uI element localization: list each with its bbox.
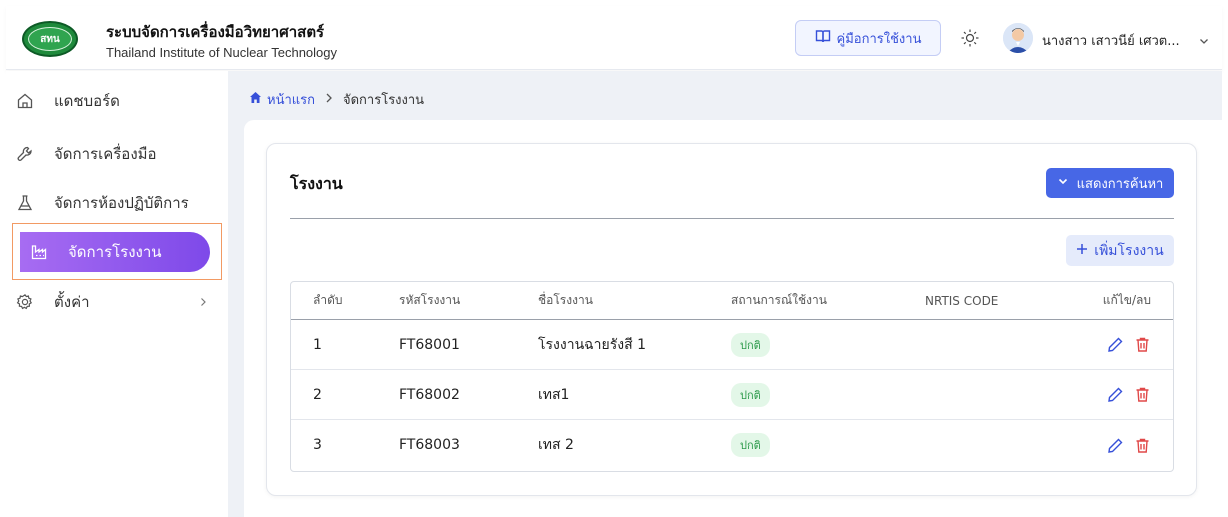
row-no: 1 [313, 336, 322, 353]
row-name: โรงงานฉายรังสี 1 [538, 336, 647, 353]
tint-logo: สทน [22, 21, 78, 57]
row-actions [1107, 420, 1151, 470]
delete-trash-icon[interactable] [1134, 386, 1151, 403]
sidebar-item-label: แดชบอร์ด [54, 92, 120, 110]
table-row: 1 FT68001 โรงงานฉายรังสี 1 ปกติ [291, 320, 1173, 370]
toggle-search-button[interactable]: แสดงการค้นหา [1046, 168, 1174, 198]
row-status-cell: ปกติ [731, 370, 770, 419]
sidebar-item-settings[interactable]: ตั้งค่า [14, 282, 219, 322]
breadcrumb-home-label: หน้าแรก [267, 93, 315, 108]
row-status-cell: ปกติ [731, 420, 770, 470]
add-factory-label: เพิ่มโรงงาน [1094, 242, 1164, 259]
home-icon [14, 90, 36, 112]
flask-icon [14, 192, 36, 214]
sidebar-item-factories[interactable]: จัดการโรงงาน [20, 232, 210, 272]
sun-icon[interactable] [960, 28, 980, 48]
delete-trash-icon[interactable] [1134, 437, 1151, 454]
row-code: FT68003 [399, 437, 460, 453]
edit-pencil-icon[interactable] [1107, 336, 1124, 353]
breadcrumb-home[interactable]: หน้าแรก [249, 89, 315, 110]
divider [290, 218, 1174, 219]
status-badge: ปกติ [731, 382, 770, 407]
row-name: เทส 2 [538, 437, 574, 453]
header-code: รหัสโรงงาน [399, 293, 461, 307]
app-title: ระบบจัดการเครื่องมือวิทยาศาสตร์ [106, 23, 325, 41]
header-nrtis: NRTIS CODE [925, 293, 999, 308]
app-subtitle: Thailand Institute of Nuclear Technology [106, 45, 338, 60]
avatar[interactable] [1003, 23, 1033, 53]
plus-icon [1076, 243, 1088, 259]
sidebar-item-instruments[interactable]: จัดการเครื่องมือ [14, 134, 219, 174]
gear-icon [14, 291, 36, 313]
table-row: 3 FT68003 เทส 2 ปกติ [291, 420, 1173, 470]
sidebar-item-label: ตั้งค่า [54, 293, 90, 311]
row-no: 3 [313, 437, 322, 453]
chevron-right-icon [323, 92, 335, 108]
breadcrumb: หน้าแรก จัดการโรงงาน [249, 89, 424, 110]
table-row: 2 FT68002 เทส1 ปกติ [291, 370, 1173, 420]
user-manual-label: คู่มือการใช้งาน [836, 31, 922, 47]
sidebar-item-label: จัดการเครื่องมือ [54, 145, 157, 163]
user-manual-button[interactable]: คู่มือการใช้งาน [795, 20, 941, 56]
breadcrumb-current: จัดการโรงงาน [343, 93, 425, 108]
row-actions [1107, 320, 1151, 369]
chevron-down-icon [1057, 175, 1069, 191]
table-header: ลำดับ รหัสโรงงาน ชื่อโรงงาน สถานการณ์ใช้… [291, 282, 1173, 320]
app-header: สทน ระบบจัดการเครื่องมือวิทยาศาสตร์ Thai… [6, 6, 1222, 70]
chevron-right-icon [198, 293, 208, 311]
sidebar-item-dashboard[interactable]: แดชบอร์ด [14, 81, 219, 121]
status-badge: ปกติ [731, 433, 770, 457]
wrench-icon [14, 143, 36, 165]
row-no: 2 [313, 386, 322, 403]
header-actions: แก้ไข/ลบ [1102, 293, 1151, 307]
logo-text: สทน [28, 27, 72, 51]
row-code: FT68002 [399, 386, 460, 403]
chevron-down-icon[interactable] [1198, 32, 1210, 44]
sidebar-item-label: จัดการห้องปฏิบัติการ [54, 194, 189, 212]
home-icon [249, 91, 262, 108]
factories-table: ลำดับ รหัสโรงงาน ชื่อโรงงาน สถานการณ์ใช้… [290, 281, 1174, 472]
toggle-search-label: แสดงการค้นหา [1076, 176, 1164, 192]
header-status: สถานการณ์ใช้งาน [731, 293, 827, 307]
row-code: FT68001 [399, 336, 460, 353]
delete-trash-icon[interactable] [1134, 336, 1151, 353]
edit-pencil-icon[interactable] [1107, 386, 1124, 403]
status-badge: ปกติ [731, 332, 770, 357]
row-name: เทส1 [538, 386, 570, 403]
sidebar-item-labs[interactable]: จัดการห้องปฏิบัติการ [14, 183, 219, 223]
user-name[interactable]: นางสาว เสาวนีย์ เศวต... [1042, 30, 1180, 51]
card-title: โรงงาน [290, 174, 343, 193]
book-icon [815, 28, 831, 48]
row-status-cell: ปกติ [731, 320, 770, 369]
edit-pencil-icon[interactable] [1107, 437, 1124, 454]
header-no: ลำดับ [313, 293, 343, 307]
sidebar-item-label: จัดการโรงงาน [68, 243, 162, 261]
row-actions [1107, 370, 1151, 419]
factory-icon [28, 241, 50, 263]
add-factory-button[interactable]: เพิ่มโรงงาน [1066, 235, 1174, 266]
header-name: ชื่อโรงงาน [538, 293, 593, 307]
